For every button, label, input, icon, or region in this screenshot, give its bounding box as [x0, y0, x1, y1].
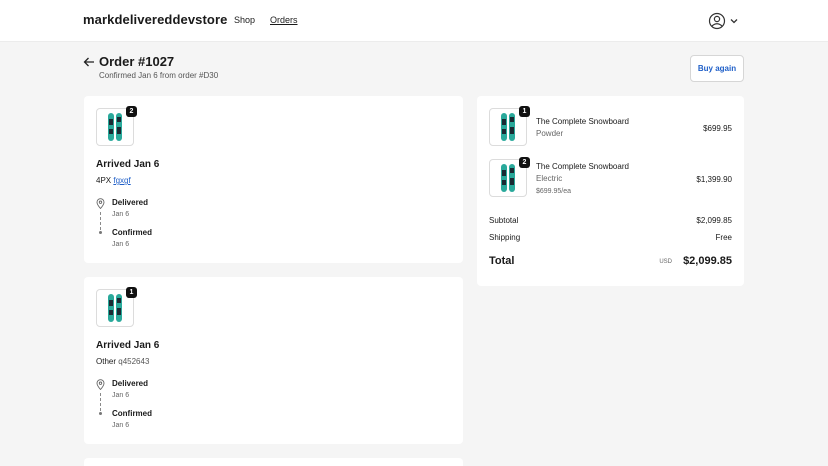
store-name[interactable]: markdelivereddevstore [83, 12, 227, 27]
line-item-variant: Powder [536, 129, 564, 138]
total-currency: USD [659, 259, 672, 265]
back-arrow-icon[interactable] [83, 56, 95, 68]
carrier-name: Other [96, 357, 117, 366]
timeline-dot [99, 412, 102, 415]
carrier-info: Other q452643 [96, 357, 149, 366]
timeline-status: Delivered [112, 198, 149, 207]
page-title: Order #1027 [99, 54, 175, 69]
timeline-dot [99, 231, 102, 234]
timeline-status: Delivered [112, 379, 149, 388]
tracking-link[interactable]: fgxgf [113, 176, 130, 185]
order-summary-card: 1 The Complete Snowboard Powder $699.95 … [477, 96, 744, 286]
chevron-down-icon [730, 19, 738, 24]
line-item-unit-price: $699.95/ea [536, 188, 572, 195]
tracking-number: q452643 [118, 357, 150, 366]
shipment-status-title: Arrived Jan 6 [96, 340, 160, 351]
timeline-connector [100, 393, 101, 411]
location-pin-icon [96, 198, 105, 209]
shipment-card: 1 Arrived Jan 6 Other q452643 Delivered … [84, 277, 463, 444]
subtotal-value: $2,099.85 [696, 216, 732, 225]
timeline-connector [100, 212, 101, 230]
shipment-card-partial [84, 458, 463, 466]
line-item-price: $1,399.90 [696, 175, 732, 184]
timeline-date: Jan 6 [112, 392, 130, 399]
order-subtitle: Confirmed Jan 6 from order #D30 [99, 71, 219, 80]
location-pin-icon [96, 379, 105, 390]
line-item-name: The Complete Snowboard [536, 162, 629, 171]
quantity-badge: 1 [126, 287, 137, 298]
nav-orders-link[interactable]: Orders [270, 15, 298, 25]
total-label: Total [489, 255, 515, 267]
account-icon [708, 12, 726, 30]
timeline-date: Jan 6 [112, 211, 130, 218]
timeline-status: Confirmed [112, 409, 152, 418]
shipment-status-title: Arrived Jan 6 [96, 159, 160, 170]
shipment-card: 2 Arrived Jan 6 4PX fgxgf Delivered Jan … [84, 96, 463, 263]
account-menu[interactable] [708, 12, 740, 30]
total-value: $2,099.85 [683, 255, 732, 267]
shipping-value: Free [715, 233, 732, 242]
carrier-info: 4PX fgxgf [96, 176, 131, 185]
buy-again-button[interactable]: Buy again [690, 55, 744, 82]
quantity-badge: 2 [519, 157, 530, 168]
carrier-name: 4PX [96, 176, 112, 185]
line-item-name: The Complete Snowboard [536, 117, 629, 126]
site-header: markdelivereddevstore Shop Orders [0, 0, 828, 42]
timeline-date: Jan 6 [112, 422, 130, 429]
subtotal-label: Subtotal [489, 216, 519, 225]
line-item-variant: Electric [536, 174, 563, 183]
line-item-price: $699.95 [703, 124, 732, 133]
timeline-date: Jan 6 [112, 241, 130, 248]
quantity-badge: 2 [126, 106, 137, 117]
nav-shop-link[interactable]: Shop [234, 15, 255, 25]
timeline-status: Confirmed [112, 228, 152, 237]
shipping-label: Shipping [489, 233, 521, 242]
quantity-badge: 1 [519, 106, 530, 117]
